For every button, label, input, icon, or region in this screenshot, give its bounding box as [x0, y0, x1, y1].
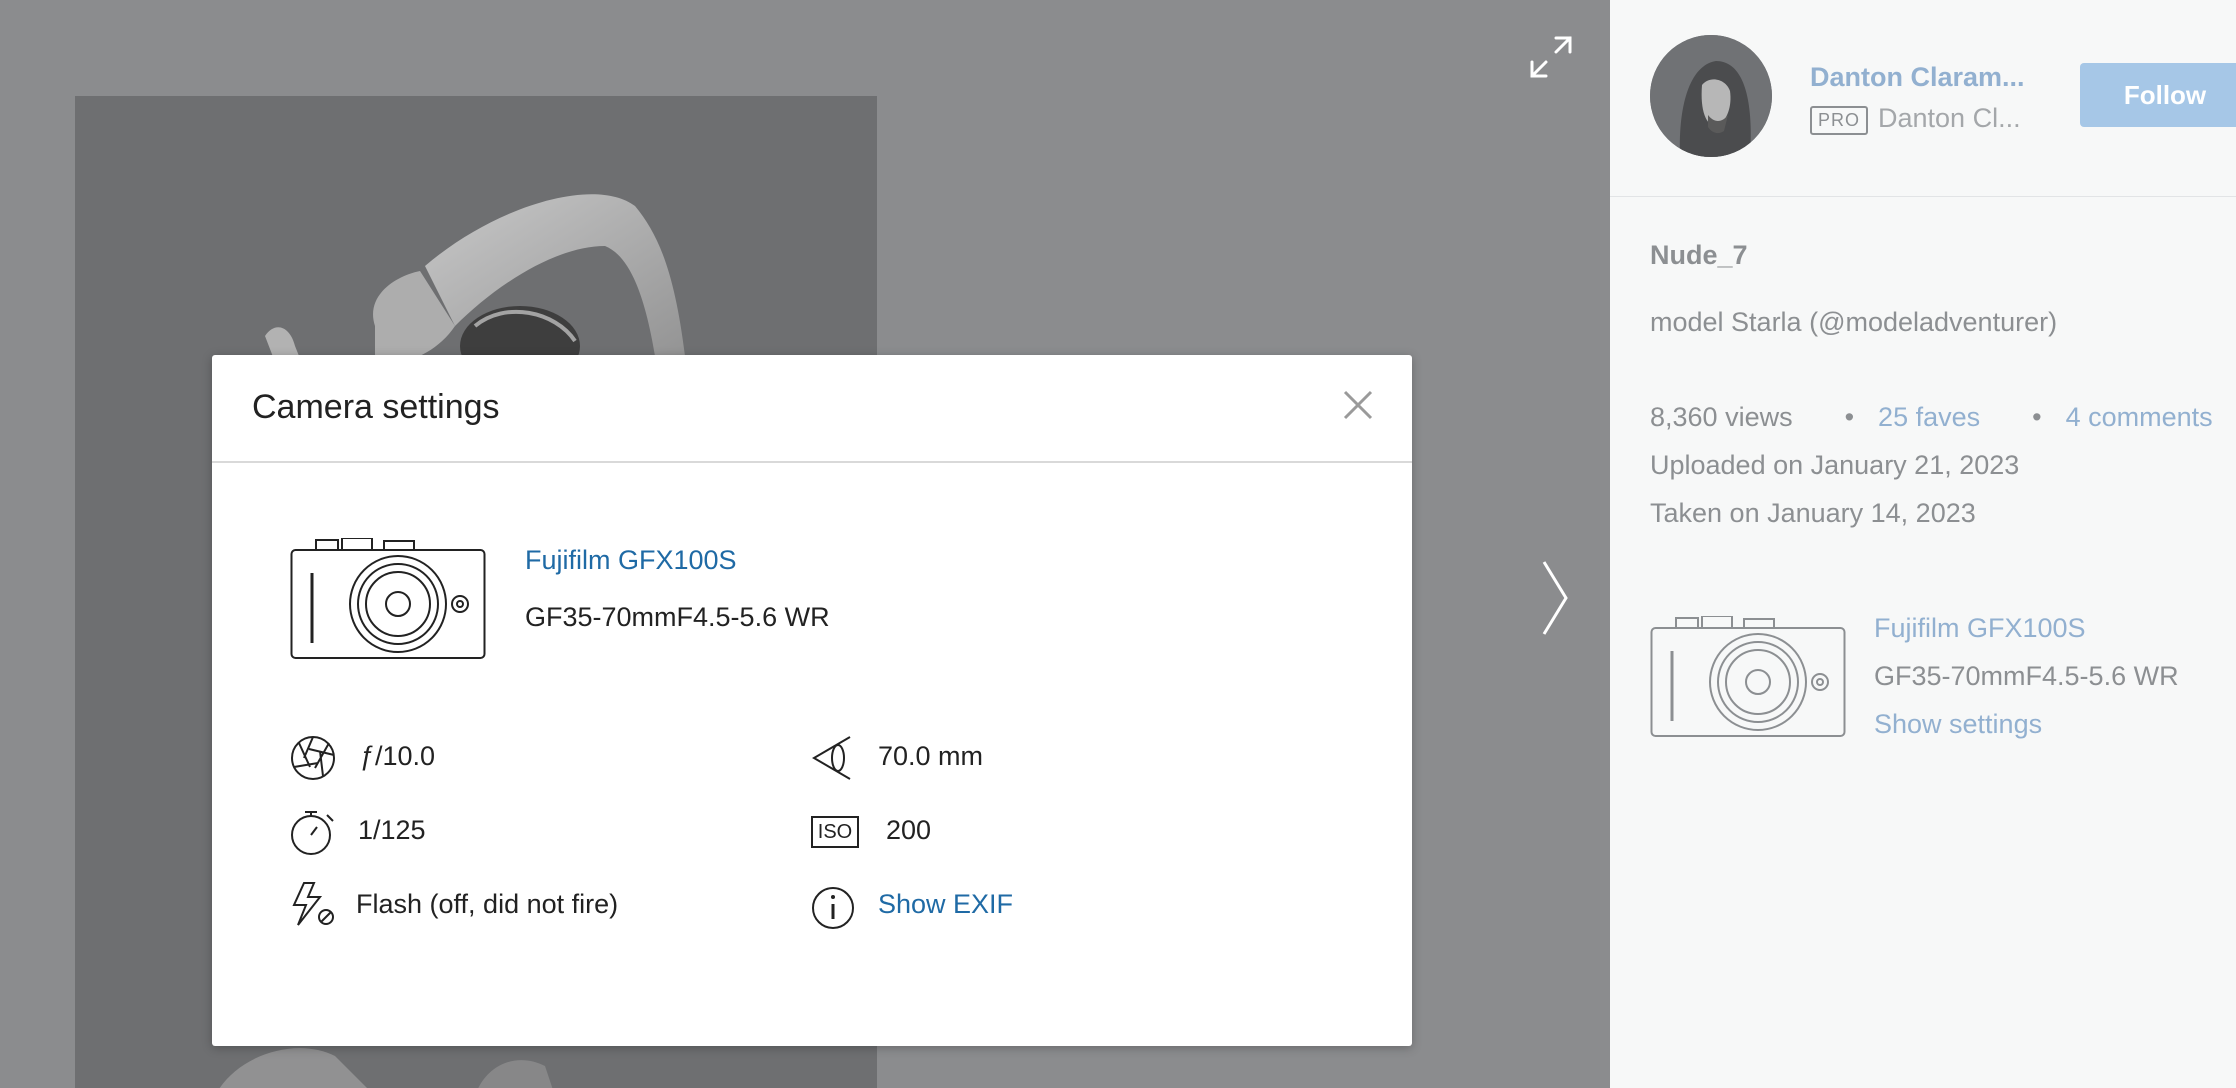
- camera-name-link[interactable]: Fujifilm GFX100S: [525, 545, 737, 576]
- close-button[interactable]: [1342, 389, 1374, 421]
- show-exif-link[interactable]: Show EXIF: [878, 889, 1013, 920]
- follow-button[interactable]: Follow: [2080, 63, 2236, 127]
- focal-length-icon: [812, 736, 851, 780]
- lens-name: GF35-70mmF4.5-5.6 WR: [525, 602, 830, 632]
- aperture-icon: [291, 736, 335, 780]
- focal-length-value: 70.0 mm: [878, 741, 984, 771]
- camera-icon: [290, 538, 486, 659]
- photo-description: model Starla (@modeladventurer): [1650, 307, 2058, 337]
- photo-viewer: Camera settings Fujifilm GFX100S GF35-70…: [0, 0, 1610, 1088]
- photo-info-sidebar: Danton Claram... PRO Danton Cl... Follow…: [1610, 0, 2236, 1088]
- chevron-right-icon: [1542, 561, 1568, 635]
- views-count: 8,360 views: [1650, 402, 1793, 432]
- show-settings-link[interactable]: Show settings: [1874, 709, 2042, 740]
- sidebar-camera-link[interactable]: Fujifilm GFX100S: [1874, 613, 2086, 644]
- shutter-speed-value: 1/125: [358, 815, 426, 845]
- author-name-link[interactable]: Danton Claram...: [1810, 62, 2025, 93]
- photo-title: Nude_7: [1650, 240, 1748, 270]
- avatar[interactable]: [1650, 35, 1772, 157]
- modal-title: Camera settings: [252, 388, 500, 426]
- flash-value: Flash (off, did not fire): [356, 889, 619, 919]
- next-photo-button[interactable]: [1534, 556, 1574, 640]
- uploaded-date: Uploaded on January 21, 2023: [1650, 450, 2020, 480]
- camera-settings-modal: Camera settings Fujifilm GFX100S GF35-70…: [212, 355, 1412, 1046]
- comments-link[interactable]: 4 comments: [2066, 402, 2213, 432]
- aperture-value: ƒ/10.0: [360, 741, 436, 771]
- pro-badge: PRO: [1810, 106, 1869, 135]
- separator-dot: •: [1844, 402, 1855, 432]
- fullscreen-button[interactable]: [1528, 34, 1574, 80]
- faves-link[interactable]: 25 faves: [1878, 402, 1980, 432]
- sidebar-lens-name: GF35-70mmF4.5-5.6 WR: [1874, 661, 2179, 691]
- taken-date: Taken on January 14, 2023: [1650, 498, 1976, 528]
- expand-icon: [1530, 36, 1572, 78]
- author-handle: Danton Cl...: [1878, 103, 2021, 133]
- separator-dot: •: [2032, 402, 2042, 432]
- info-icon: [812, 887, 854, 929]
- iso-icon: ISO: [811, 816, 859, 848]
- photo-stats: 8,360 views • 25 faves • 4 comments: [1650, 402, 2213, 433]
- iso-value: 200: [886, 815, 932, 845]
- flash-off-icon: [292, 882, 334, 926]
- close-icon: [1343, 390, 1373, 420]
- timer-icon: [291, 811, 334, 855]
- modal-header: Camera settings: [212, 355, 1412, 463]
- avatar-image: [1650, 35, 1772, 157]
- camera-icon: [1650, 616, 1846, 737]
- author-header: Danton Claram... PRO Danton Cl... Follow: [1610, 0, 2236, 197]
